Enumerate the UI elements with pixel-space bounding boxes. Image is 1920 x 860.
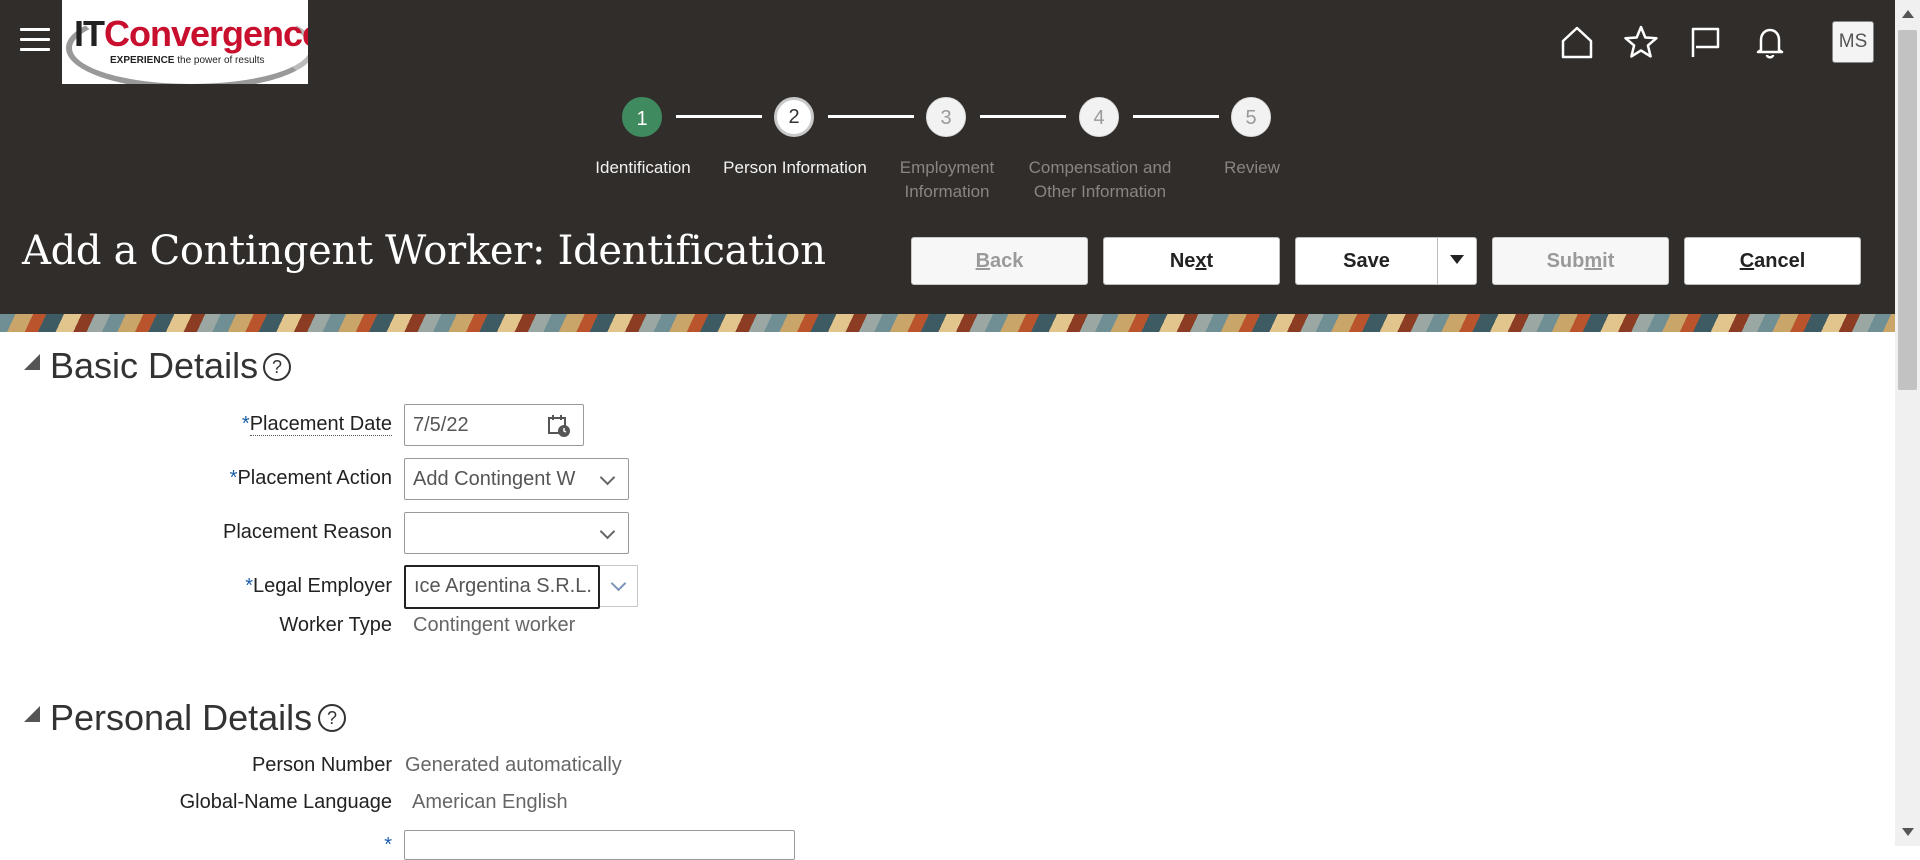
scroll-down-icon[interactable] — [1902, 828, 1914, 836]
logo-wordmark: ITConvergence — [74, 13, 308, 54]
save-dropdown-icon[interactable] — [1450, 255, 1464, 264]
worker-type-label: Worker Type — [279, 614, 392, 636]
placement-reason-label: Placement Reason — [223, 521, 392, 543]
scroll-up-icon[interactable] — [1902, 10, 1914, 18]
person-number-value: Generated automatically — [405, 754, 622, 776]
collapse-basic-details-icon[interactable] — [24, 354, 40, 370]
legal-employer-input[interactable]: ıce Argentina S.R.L. — [404, 565, 600, 609]
user-avatar[interactable]: MS — [1832, 21, 1874, 63]
worker-type-value: Contingent worker — [413, 614, 576, 636]
train-step-1[interactable]: 1 — [622, 97, 662, 137]
flag-icon[interactable] — [1685, 22, 1725, 62]
train-label-compensation: Compensation and Other Information — [1028, 158, 1172, 201]
help-icon[interactable]: ? — [263, 353, 291, 381]
global-name-language-value: American English — [412, 791, 568, 813]
page-title: Add a Contingent Worker: Identification — [22, 228, 826, 274]
save-button[interactable]: Save — [1296, 238, 1437, 284]
cancel-button[interactable]: Cancel — [1684, 237, 1861, 285]
back-button[interactable]: Back — [911, 237, 1088, 285]
placement-reason-select[interactable] — [404, 512, 629, 554]
legal-employer-dropdown-button[interactable] — [600, 565, 638, 607]
train-label-employment-information: Employment Information — [899, 158, 995, 201]
train-step-2[interactable]: 2 — [774, 97, 814, 137]
person-number-label: Person Number — [251, 754, 392, 776]
calendar-icon[interactable] — [547, 414, 571, 438]
menu-icon[interactable] — [20, 28, 50, 54]
decorative-banner — [0, 314, 1895, 332]
placement-action-select[interactable]: Add Contingent W — [404, 458, 629, 500]
logo-tagline: EXPERIENCE the power of results — [110, 55, 265, 66]
train-step-5: 5 — [1231, 97, 1271, 137]
global-name-language-label: Global-Name Language — [179, 791, 392, 813]
train-connector — [1133, 115, 1219, 118]
submit-button[interactable]: Submit — [1492, 237, 1669, 285]
basic-details-heading: Basic Details — [50, 345, 259, 386]
train-connector — [980, 115, 1066, 118]
home-icon[interactable] — [1557, 22, 1597, 62]
scroll-thumb[interactable] — [1898, 30, 1917, 390]
help-icon[interactable]: ? — [318, 704, 346, 732]
train-connector — [828, 115, 914, 118]
train-label-person-information[interactable]: Person Information — [710, 156, 880, 180]
collapse-personal-details-icon[interactable] — [24, 706, 40, 722]
train-step-4: 4 — [1079, 97, 1119, 137]
personal-details-heading: Personal Details — [50, 697, 313, 738]
company-logo[interactable]: ITConvergence EXPERIENCE the power of re… — [62, 0, 308, 84]
next-button[interactable]: Next — [1103, 237, 1280, 285]
save-divider — [1437, 238, 1438, 284]
star-icon[interactable] — [1621, 22, 1661, 62]
train-step-3: 3 — [926, 97, 966, 137]
vertical-scrollbar[interactable] — [1895, 0, 1920, 846]
placement-date-label: *Placement Date — [241, 413, 392, 436]
train-label-review: Review — [1224, 158, 1280, 177]
bell-icon[interactable] — [1750, 22, 1790, 62]
global-header: ITConvergence EXPERIENCE the power of re… — [0, 0, 1895, 314]
placement-action-label: *Placement Action — [229, 467, 392, 489]
train-connector — [676, 115, 762, 118]
save-split-button[interactable]: Save — [1295, 237, 1477, 285]
legal-employer-label: *Legal Employer — [245, 575, 392, 597]
last-name-input[interactable] — [404, 830, 795, 860]
train-label-identification[interactable]: Identification — [558, 156, 728, 180]
chevron-down-icon[interactable] — [610, 575, 627, 592]
